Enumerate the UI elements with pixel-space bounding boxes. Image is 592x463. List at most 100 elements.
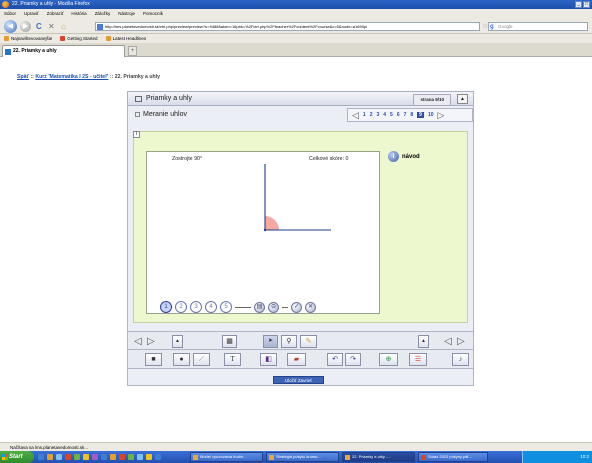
info-toggle[interactable]: i bbox=[133, 131, 140, 138]
menu-file[interactable]: Súbor bbox=[4, 9, 16, 18]
text-tool-button[interactable]: T bbox=[224, 353, 241, 366]
color-tool-icon[interactable]: ▰ bbox=[287, 353, 306, 366]
quicklaunch-icon[interactable] bbox=[110, 454, 116, 460]
back-link[interactable]: Späť bbox=[17, 74, 29, 80]
quicklaunch-icon[interactable] bbox=[74, 454, 80, 460]
step-button[interactable]: 1 bbox=[160, 301, 172, 313]
reload-icon[interactable]: C bbox=[36, 22, 42, 31]
prev-arrow-icon[interactable]: ◁ bbox=[134, 335, 142, 348]
next-page-icon[interactable]: ▷ bbox=[438, 110, 445, 121]
clock[interactable]: 10:2 bbox=[580, 454, 589, 459]
menu-history[interactable]: História bbox=[71, 9, 86, 18]
shape-tool-icon[interactable]: ◧ bbox=[260, 353, 277, 366]
calculator-icon[interactable]: ▦ bbox=[222, 335, 237, 348]
step-button[interactable]: 3 bbox=[190, 301, 202, 313]
menu-help[interactable]: Pomocník bbox=[143, 9, 163, 18]
taskbar-item[interactable]: Model vyuzovania hodín... bbox=[190, 452, 263, 462]
collapse-toolbar-button[interactable]: ▲ bbox=[172, 335, 183, 348]
next-right-arrow-icon[interactable]: ▷ bbox=[457, 335, 465, 348]
menu-bookmarks[interactable]: Záložky bbox=[95, 9, 111, 18]
collapse-right-button[interactable]: ▲ bbox=[418, 335, 429, 348]
menu-bar: Súbor Upraviť Zobraziť História Záložky … bbox=[0, 9, 592, 18]
navigation-toolbar: ◀ ▶ C ✕ ⌂ http://lms.planetavedomosti.sk… bbox=[0, 18, 592, 34]
taskbar-item-active[interactable]: 22. Priamky a uhly -... bbox=[342, 452, 415, 462]
start-button[interactable]: Start bbox=[0, 451, 34, 463]
fill-tool-icon[interactable]: ● bbox=[173, 353, 190, 366]
taskbar-item[interactable]: Sutaz 2010 pokyny.pdf... bbox=[418, 452, 488, 462]
quicklaunch-icon[interactable] bbox=[65, 454, 71, 460]
tab-title: 22. Priamky a uhly bbox=[13, 48, 57, 54]
quicklaunch-icon[interactable] bbox=[101, 454, 107, 460]
prev-right-arrow-icon[interactable]: ◁ bbox=[444, 335, 452, 348]
quicklaunch-icon[interactable] bbox=[128, 454, 134, 460]
page-link[interactable]: 8 bbox=[410, 112, 413, 118]
quicklaunch-icon[interactable] bbox=[56, 454, 62, 460]
page-link[interactable]: 6 bbox=[397, 112, 400, 118]
collapse-button[interactable]: ▲ bbox=[457, 94, 468, 104]
line-tool-icon[interactable]: ⟋ bbox=[193, 353, 210, 366]
quicklaunch-icon[interactable] bbox=[137, 454, 143, 460]
prev-page-icon[interactable]: ◁ bbox=[352, 110, 359, 121]
pencil-tool-icon[interactable]: ✎ bbox=[300, 335, 317, 348]
stop-icon[interactable]: ✕ bbox=[48, 22, 55, 31]
eraser-icon[interactable]: ⊖ bbox=[268, 301, 279, 313]
quicklaunch-icon[interactable] bbox=[155, 454, 161, 460]
page-link[interactable]: 5 bbox=[390, 112, 393, 118]
step-button[interactable]: 2 bbox=[175, 301, 187, 313]
quicklaunch-icon[interactable] bbox=[92, 454, 98, 460]
save-close-button[interactable]: Uložiť Zavrieť bbox=[273, 376, 324, 384]
page-link[interactable]: 3 bbox=[376, 112, 379, 118]
quicklaunch-icon[interactable] bbox=[38, 454, 44, 460]
angle-vertex[interactable] bbox=[263, 228, 267, 232]
print-icon[interactable]: ▤ bbox=[254, 301, 265, 313]
page-link[interactable]: 2 bbox=[370, 112, 373, 118]
bookmark-getting-started[interactable]: Getting Started bbox=[60, 34, 98, 43]
pointer-tool-icon[interactable]: ➤ bbox=[263, 335, 278, 348]
step-button[interactable]: 5 bbox=[220, 301, 232, 313]
next-arrow-icon[interactable]: ▷ bbox=[147, 335, 155, 348]
url-bar[interactable]: http://lms.planetavedomosti.sk/ctrl.php/… bbox=[95, 22, 480, 31]
close-icon[interactable]: ✕ bbox=[305, 301, 316, 313]
sound-icon[interactable]: ♪ bbox=[452, 353, 469, 366]
step-button[interactable]: 4 bbox=[205, 301, 217, 313]
course-link[interactable]: Kurz 'Matematika I 2S - učiteľ' bbox=[35, 74, 108, 80]
bookmark-label: Getting Started bbox=[67, 36, 98, 41]
quicklaunch-icon[interactable] bbox=[146, 454, 152, 460]
back-arrow-icon[interactable]: ◀ bbox=[4, 20, 17, 33]
menu-edit[interactable]: Upraviť bbox=[24, 9, 39, 18]
breadcrumb: Späť :: Kurz 'Matematika I 2S - učiteľ' … bbox=[17, 74, 160, 80]
minimize-button[interactable]: _ bbox=[575, 1, 582, 8]
firefox-logo-icon bbox=[2, 1, 9, 8]
forward-arrow-icon[interactable]: ▶ bbox=[20, 21, 31, 32]
new-tab-button[interactable]: + bbox=[128, 46, 137, 56]
comment-tool-icon[interactable]: ■ bbox=[145, 353, 162, 366]
drawing-canvas[interactable] bbox=[146, 151, 380, 314]
list-tool-icon[interactable]: ☰ bbox=[409, 353, 427, 366]
browser-tab[interactable]: 22. Priamky a uhly bbox=[2, 45, 125, 57]
page-link-current[interactable]: 9 bbox=[417, 112, 424, 118]
quicklaunch-icon[interactable] bbox=[119, 454, 125, 460]
help-link[interactable]: i návod bbox=[388, 151, 420, 162]
menu-view[interactable]: Zobraziť bbox=[47, 9, 64, 18]
page-link[interactable]: 7 bbox=[404, 112, 407, 118]
check-icon[interactable]: ✓ bbox=[291, 301, 302, 313]
bookmark-most-visited[interactable]: Najnavštevovanejšie bbox=[4, 34, 52, 43]
page-link[interactable]: 4 bbox=[383, 112, 386, 118]
redo-icon[interactable]: ↷ bbox=[345, 353, 361, 366]
bookmark-latest-headlines[interactable]: Latest Headlines bbox=[105, 34, 146, 43]
rss-icon bbox=[105, 36, 111, 41]
maximize-button[interactable]: □ bbox=[583, 1, 590, 8]
section-icon bbox=[135, 111, 140, 117]
menu-tools[interactable]: Nástroje bbox=[118, 9, 135, 18]
search-field[interactable]: g Google bbox=[488, 22, 588, 31]
windows-logo-icon bbox=[2, 454, 8, 460]
home-icon[interactable]: ⌂ bbox=[61, 22, 66, 31]
page-link[interactable]: 10 bbox=[428, 112, 434, 118]
zoom-in-icon[interactable]: ⊕ bbox=[379, 353, 398, 366]
undo-icon[interactable]: ↶ bbox=[327, 353, 343, 366]
zoom-tool-icon[interactable]: ⚲ bbox=[281, 335, 297, 348]
quicklaunch-icon[interactable] bbox=[47, 454, 53, 460]
page-link[interactable]: 1 bbox=[363, 112, 366, 118]
quicklaunch-icon[interactable] bbox=[83, 454, 89, 460]
taskbar-item[interactable]: Stratégia pobytu krumo... bbox=[266, 452, 339, 462]
